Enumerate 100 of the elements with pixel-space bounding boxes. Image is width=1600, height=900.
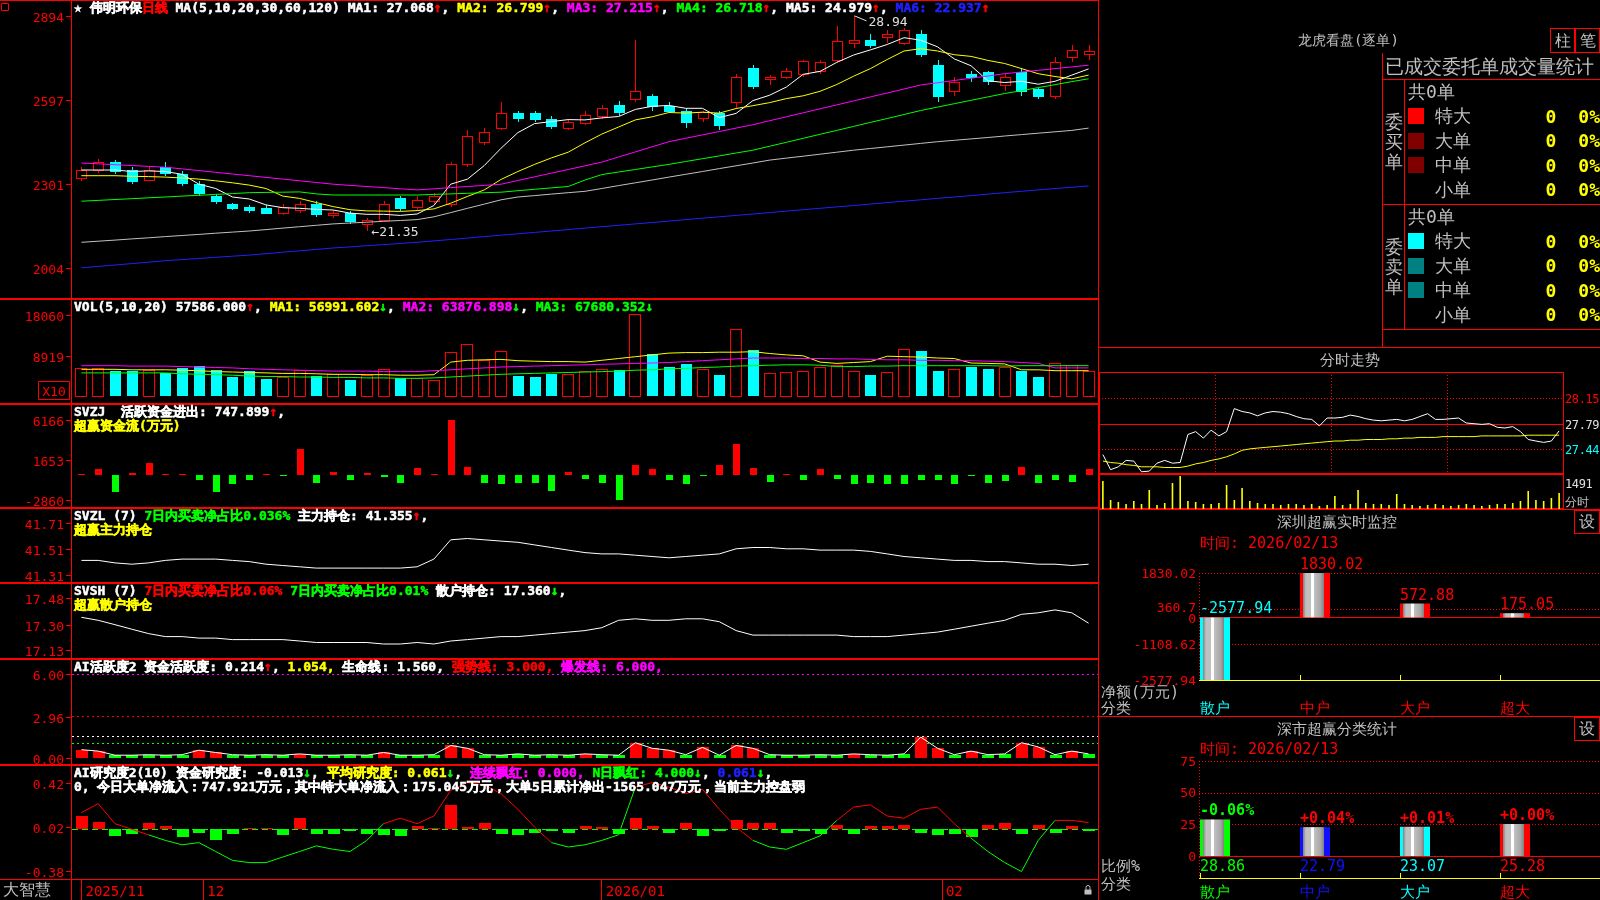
order-share: 0% (1578, 279, 1600, 301)
chart-bar (142, 754, 155, 759)
chart-bar (814, 754, 827, 759)
chart-bar (495, 350, 507, 397)
chart-bar (595, 827, 608, 830)
chart-bar (662, 750, 675, 759)
chart-bar (1065, 825, 1078, 830)
chart-bar (579, 371, 591, 397)
panel-title: 分时走势 (1319, 351, 1380, 369)
chart-bar (511, 829, 524, 835)
chart-bar (850, 474, 858, 485)
settings-button[interactable]: 设 (1574, 717, 1600, 741)
candle (194, 180, 205, 197)
chart-bar (596, 368, 608, 397)
chart-bar (327, 374, 339, 397)
chart-bar (478, 359, 490, 397)
chart-bar (780, 829, 793, 833)
chart-bar (296, 448, 304, 475)
chart-bar (377, 829, 390, 835)
chart-bar (1083, 370, 1095, 397)
chart-bar (897, 824, 910, 830)
chart-bar (833, 474, 841, 480)
chart-bar (814, 829, 827, 834)
chart-bar (159, 372, 171, 397)
axis-label: 17.30 (24, 618, 64, 634)
chart-bar (195, 474, 203, 480)
candle (160, 161, 171, 177)
chart-bar (948, 368, 960, 397)
square-icon[interactable] (1, 3, 9, 11)
settings-button[interactable]: 设 (1574, 510, 1600, 534)
chart-bar (411, 755, 424, 759)
chart-bar (176, 367, 188, 397)
chart-bar (648, 469, 656, 475)
chart-bar (864, 374, 876, 397)
chart-bar (495, 755, 508, 759)
chart-bar (529, 376, 541, 397)
chart-bar (998, 753, 1011, 759)
chart-bar (1049, 754, 1062, 759)
chart-bar (965, 751, 978, 759)
chart-bar (881, 371, 893, 397)
chart-bar (1032, 377, 1044, 397)
axis-title: 分时 (1565, 495, 1589, 509)
order-share: 0% (1578, 230, 1600, 252)
timestamp: 时间: 2026/02/13 (1200, 534, 1339, 552)
chart-bar (495, 829, 508, 834)
chart-bar (260, 754, 273, 759)
chart-bar (128, 472, 136, 475)
order-count: 0 (1545, 279, 1557, 301)
indicator-legend: VOL(5,10,20) 57586.000↑, MA1: 56991.602↓, MA2: 63876.898↓, MA3: 67680.352↓ (74, 300, 654, 314)
chart-bar (1065, 751, 1078, 759)
chart-bar (797, 829, 810, 832)
panel-title: 深市超赢分类统计 (1276, 720, 1397, 738)
chart-bar (111, 474, 119, 493)
view-button[interactable]: 柱 (1550, 28, 1575, 53)
chart-bar (713, 829, 726, 832)
chart-bar (914, 737, 927, 759)
chart-bar (646, 825, 659, 830)
chart-bar (109, 371, 121, 397)
chart-bar (444, 804, 457, 830)
chart-bar (228, 474, 236, 484)
view-button[interactable]: 笔 (1575, 28, 1600, 53)
chart-bar (900, 474, 908, 485)
chart-bar (680, 363, 692, 397)
chart-bar (461, 344, 473, 397)
chart-bar (848, 371, 860, 397)
order-size-label: 特大 (1435, 229, 1471, 254)
axis-label: 0.02 (32, 820, 64, 836)
chart-bar (343, 754, 356, 759)
chart-bar (277, 376, 289, 397)
chart-bar (545, 754, 558, 759)
chart-bar (478, 822, 491, 830)
chart-bar (665, 474, 673, 480)
chart-bar (984, 474, 992, 483)
chart-bar (982, 368, 994, 397)
chart-bar (679, 754, 692, 759)
candle (211, 193, 222, 205)
chart-bar (730, 820, 743, 830)
order-count: 0 (1545, 130, 1557, 152)
chart-bar (915, 351, 927, 397)
order-total: 共0单 (1408, 205, 1455, 229)
chart-bar (814, 367, 826, 397)
order-total: 共0单 (1408, 80, 1455, 104)
candle (362, 217, 373, 232)
chart-bar (646, 353, 658, 397)
chart-bar (226, 829, 239, 834)
axis-label: 17.48 (24, 591, 64, 607)
chart-bar (413, 467, 421, 475)
chart-bar (914, 829, 927, 833)
candle (966, 70, 977, 83)
chart-bar (699, 474, 707, 477)
chart-bar (612, 829, 625, 834)
chart-bar (967, 474, 975, 477)
indicator-legend: SVSH (7) 7日内买卖净占比0.06% 7日内买卖净占比0.01% 散户持仓: 17.360↓, (74, 584, 567, 598)
chart-bar (696, 829, 709, 836)
chart-bar (260, 379, 272, 397)
table-title: 已成交委托单成交量统计 (1383, 53, 1600, 80)
chart-bar (428, 380, 440, 397)
side-label: 委买单 (1384, 112, 1403, 172)
date-label: 12 (207, 883, 225, 899)
chart-bar (327, 755, 340, 759)
